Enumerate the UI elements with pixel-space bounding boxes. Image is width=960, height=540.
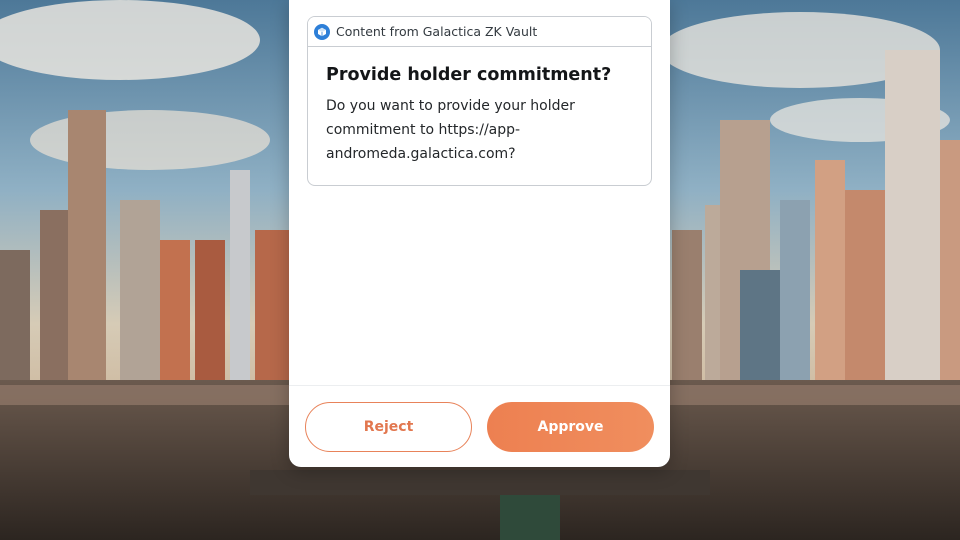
snap-content-source: Content from Galactica ZK Vault <box>336 24 538 39</box>
galactica-cube-icon <box>314 23 330 40</box>
snap-content-header: Content from Galactica ZK Vault <box>308 17 651 47</box>
reject-button[interactable]: Reject <box>305 401 472 452</box>
dialog-footer: Reject Approve <box>289 385 670 467</box>
approve-button[interactable]: Approve <box>487 401 654 452</box>
snap-dialog: Content from Galactica ZK Vault Provide … <box>289 0 670 467</box>
dialog-message: Do you want to provide your holder commi… <box>326 98 575 162</box>
snap-content-body: Provide holder commitment? Do you want t… <box>308 47 651 166</box>
dialog-title: Provide holder commitment? <box>326 65 612 85</box>
snap-content-box: Content from Galactica ZK Vault Provide … <box>307 16 652 186</box>
